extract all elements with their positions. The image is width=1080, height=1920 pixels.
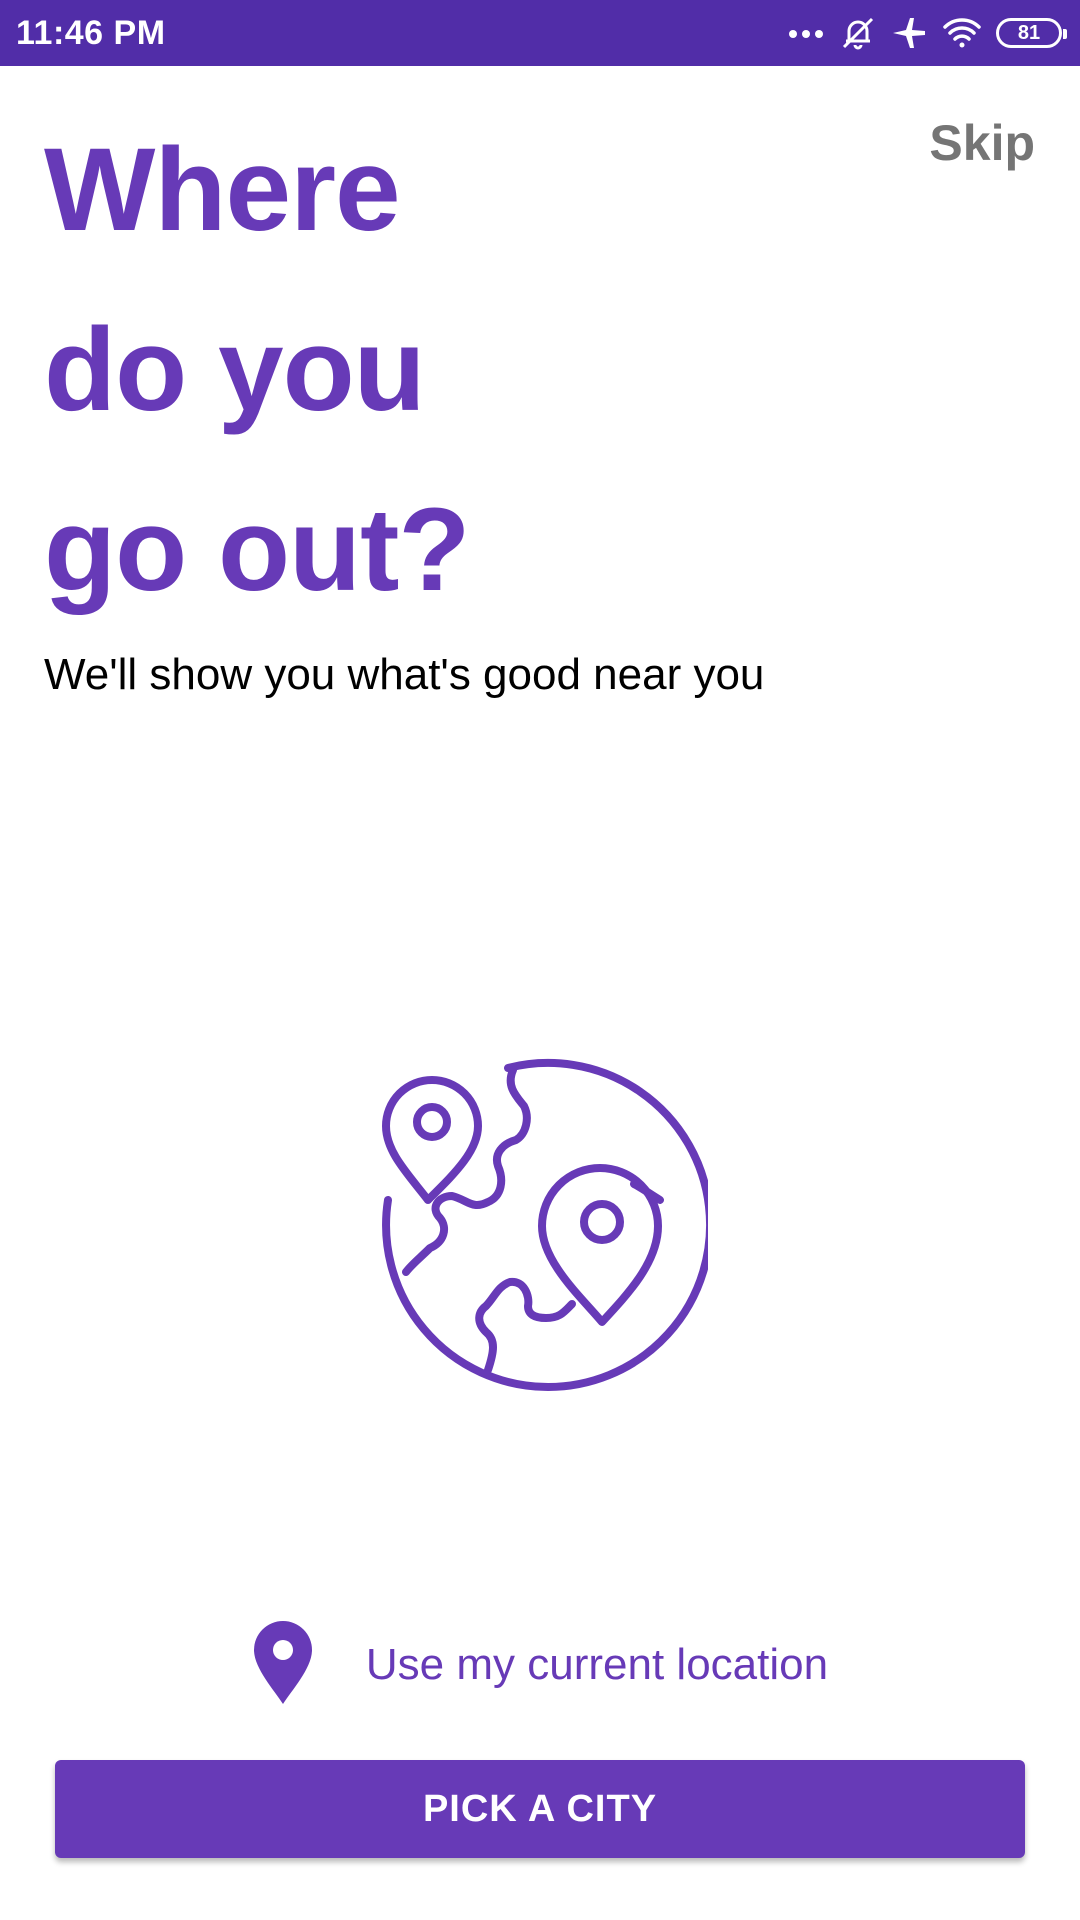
bell-off-icon xyxy=(840,15,876,51)
page-title-line-2: do you xyxy=(44,304,426,436)
use-current-location-button[interactable]: Use my current location xyxy=(0,1620,1080,1710)
battery-icon: 81 xyxy=(996,18,1067,48)
status-time: 11:46 PM xyxy=(16,13,166,52)
page-title: Where do you go out? xyxy=(44,100,470,640)
page-subtitle: We'll show you what's good near you xyxy=(44,650,765,699)
skip-button[interactable]: Skip xyxy=(929,114,1035,172)
status-icons: 81 xyxy=(788,15,1067,51)
use-current-location-label: Use my current location xyxy=(365,1640,829,1689)
more-dots-icon xyxy=(788,26,826,40)
wifi-icon xyxy=(942,15,982,51)
battery-level: 81 xyxy=(1017,22,1041,44)
pick-a-city-button[interactable]: PICK A CITY xyxy=(55,1760,1025,1858)
location-pin-icon xyxy=(252,1620,314,1711)
airplane-icon xyxy=(890,15,928,51)
page-title-line-3: go out? xyxy=(44,484,470,616)
status-bar: 11:46 PM 81 xyxy=(0,0,1080,66)
page-title-line-1: Where xyxy=(44,124,401,256)
globe-with-location-pins-icon xyxy=(368,1050,715,1400)
